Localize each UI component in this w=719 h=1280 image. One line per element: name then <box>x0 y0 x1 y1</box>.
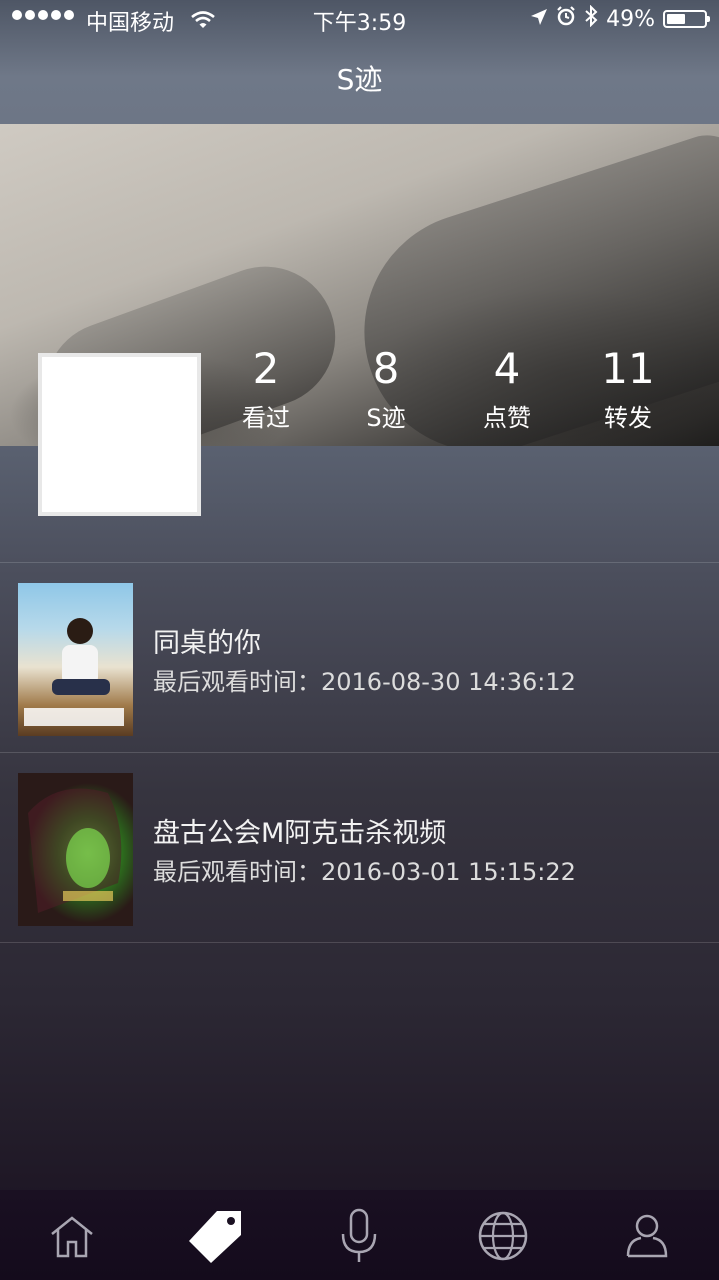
avatar[interactable] <box>38 353 201 516</box>
tab-bar <box>0 1190 719 1280</box>
video-poster-thumbnail <box>18 583 133 736</box>
video-title: 盘古公会M阿克击杀视频 <box>153 818 447 849</box>
stat-value: 8 <box>372 344 400 393</box>
list-item[interactable]: 同桌的你 最后观看时间：2016-08-30 14:36:12 <box>0 563 719 753</box>
location-arrow-icon <box>530 7 548 32</box>
last-watched-time: 最后观看时间：2016-03-01 15:15:22 <box>153 858 576 886</box>
tab-profile[interactable] <box>617 1208 677 1268</box>
stat-shares[interactable]: 11 转发 <box>573 346 683 433</box>
user-icon <box>625 1212 669 1264</box>
stat-label: 点赞 <box>483 404 531 432</box>
tab-discover[interactable] <box>473 1208 533 1268</box>
video-poster-thumbnail <box>18 773 133 926</box>
battery-percent: 49% <box>606 6 655 32</box>
stat-likes[interactable]: 4 点赞 <box>452 346 562 433</box>
list-item[interactable]: 盘古公会M阿克击杀视频 最后观看时间：2016-03-01 15:15:22 <box>0 753 719 943</box>
bluetooth-icon <box>584 4 598 33</box>
stat-traces[interactable]: 8 S迹 <box>331 346 441 433</box>
stat-label: 看过 <box>242 404 290 432</box>
stat-value: 4 <box>493 344 521 393</box>
alarm-icon <box>556 6 576 32</box>
last-watched-time: 最后观看时间：2016-08-30 14:36:12 <box>153 668 576 696</box>
tag-icon <box>187 1207 245 1269</box>
stat-value: 11 <box>601 344 655 393</box>
status-bar: 中国移动 下午3:59 49% <box>0 0 719 40</box>
video-title: 同桌的你 <box>153 628 261 659</box>
stat-watched[interactable]: 2 看过 <box>211 346 321 433</box>
page-title: S迹 <box>336 63 383 96</box>
stat-label: 转发 <box>604 404 652 432</box>
battery-icon <box>663 10 710 28</box>
globe-icon <box>477 1210 529 1266</box>
tab-voice[interactable] <box>329 1208 389 1268</box>
tab-home[interactable] <box>42 1208 102 1268</box>
microphone-icon <box>339 1208 379 1268</box>
tab-tags[interactable] <box>186 1208 246 1268</box>
home-icon <box>48 1212 96 1264</box>
stat-value: 2 <box>252 344 280 393</box>
stat-label: S迹 <box>366 404 406 432</box>
